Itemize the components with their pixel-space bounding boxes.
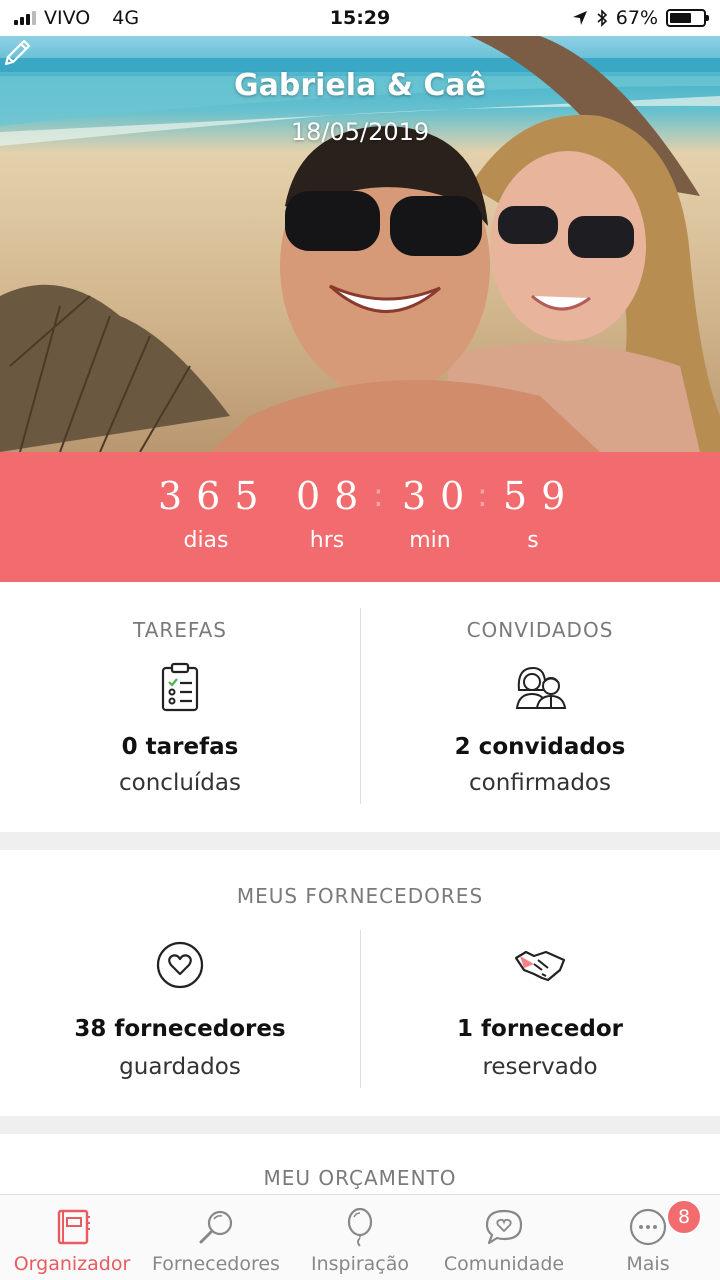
countdown-days: 365	[158, 474, 273, 518]
tasks-status: concluídas	[119, 770, 241, 796]
countdown-minutes: 30	[402, 474, 479, 518]
countdown-hours: 08	[296, 474, 373, 518]
saved-vendors-count: 38 fornecedores	[74, 1016, 286, 1042]
edit-pencil-icon[interactable]	[0, 36, 34, 70]
tab-label: Inspiração	[310, 1253, 410, 1275]
countdown-separator: :	[373, 476, 384, 514]
signal-icon	[14, 11, 36, 25]
tab-label: Comunidade	[443, 1253, 565, 1275]
countdown-hours-label: hrs	[309, 528, 345, 553]
handshake-icon	[514, 950, 566, 982]
guests-summary[interactable]: CONVIDADOS 2 convidados confirmados	[360, 582, 720, 832]
bottom-tab-bar: Organizador Fornecedores Inspiração Comu…	[0, 1194, 720, 1280]
tasks-count: 0 tarefas	[121, 734, 239, 760]
tab-label: Mais	[626, 1253, 670, 1275]
saved-vendors-summary[interactable]: 38 fornecedores guardados	[0, 940, 360, 1110]
booked-vendors-summary[interactable]: 1 fornecedor reservado	[360, 940, 720, 1110]
countdown-minutes-label: min	[409, 528, 451, 553]
tab-label: Fornecedores	[152, 1253, 280, 1275]
battery-icon	[666, 9, 709, 27]
tasks-summary[interactable]: TAREFAS 0 tarefas concluídas	[0, 582, 360, 832]
budget-card[interactable]: MEU ORÇAMENTO	[0, 1134, 720, 1194]
saved-vendors-label: guardados	[119, 1054, 241, 1080]
tasks-guests-card: TAREFAS 0 tarefas concluídas CONVIDADOS …	[0, 582, 720, 832]
couple-guests-icon	[515, 666, 567, 709]
guests-count: 2 convidados	[454, 734, 626, 760]
notification-badge: 8	[666, 1199, 702, 1235]
battery-percent: 67%	[615, 7, 658, 29]
more-icon	[629, 1208, 667, 1246]
guests-title: CONVIDADOS	[466, 618, 614, 642]
tab-organizador[interactable]: Organizador	[0, 1195, 144, 1280]
countdown-seconds-label: s	[527, 528, 539, 553]
planner-icon	[57, 1209, 90, 1245]
vendors-card: MEUS FORNECEDORES 38 fornecedores guarda…	[0, 850, 720, 1116]
budget-title: MEU ORÇAMENTO	[263, 1166, 457, 1190]
status-bar: VIVO 4G 15:29 67%	[0, 0, 720, 36]
booked-vendors-label: reservado	[482, 1054, 598, 1080]
couple-cover-photo[interactable]: Gabriela & Caê 18/05/2019	[0, 36, 720, 452]
search-icon	[199, 1210, 233, 1244]
booked-vendors-count: 1 fornecedor	[457, 1016, 623, 1042]
tab-inspiracao[interactable]: Inspiração	[288, 1195, 432, 1280]
countdown-banner: 365 08 : 30 : 59 dias hrs min s	[0, 452, 720, 582]
guests-status: confirmados	[469, 770, 611, 796]
countdown-days-label: dias	[183, 528, 229, 553]
countdown-separator: :	[477, 476, 488, 514]
tab-fornecedores[interactable]: Fornecedores	[144, 1195, 288, 1280]
heart-circle-icon	[156, 941, 204, 989]
tasks-title: TAREFAS	[133, 618, 227, 642]
network-type: 4G	[112, 7, 140, 29]
vendors-title: MEUS FORNECEDORES	[236, 884, 484, 908]
tab-label: Organizador	[13, 1253, 131, 1275]
couple-names: Gabriela & Caê	[234, 68, 486, 103]
tab-comunidade[interactable]: Comunidade	[432, 1195, 576, 1280]
balloon-icon	[347, 1207, 373, 1247]
bluetooth-icon	[597, 9, 607, 27]
wedding-date: 18/05/2019	[290, 118, 430, 146]
location-icon	[572, 11, 587, 25]
carrier-name: VIVO	[44, 7, 91, 29]
countdown-seconds: 59	[503, 474, 580, 518]
chat-heart-icon	[485, 1209, 523, 1245]
tab-mais[interactable]: Mais 8	[576, 1195, 720, 1280]
checklist-icon	[161, 662, 199, 712]
